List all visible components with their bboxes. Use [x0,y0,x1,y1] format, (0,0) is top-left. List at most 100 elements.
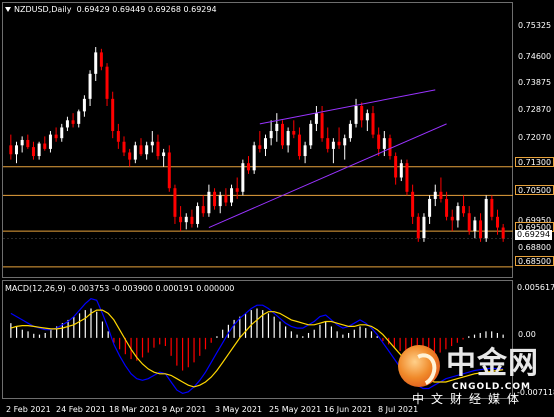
candle-body [360,106,364,121]
candle-body [99,52,103,67]
candle-body [456,206,460,221]
candle-body [156,141,160,157]
candle-body [201,206,205,214]
symbol-label: NZDUSD,Daily [14,5,72,14]
candle-body [269,131,273,139]
candle-body [320,113,324,139]
price-axis-label: 0.74600 [518,52,552,61]
candle-body [71,120,75,124]
time-axis-label: 18 Mar 2021 [109,405,160,414]
candle-body [150,141,154,146]
candle-body [122,141,126,153]
candle-body [382,138,386,149]
candle-body [501,227,505,239]
candle-body [337,141,341,146]
candle-body [218,195,222,207]
candle-body [343,138,347,146]
ohlc-values: 0.69429 0.69449 0.69268 0.69294 [76,5,217,14]
candle-body [88,73,92,99]
candle-body [48,134,52,149]
candle-body [473,220,477,232]
candle-body [213,191,217,207]
time-axis-label: 3 May 2021 [215,405,263,414]
macd-axis-label: 0.00 [518,330,536,339]
candle-body [496,216,500,228]
candle-body [263,138,267,149]
candle-body [196,206,200,224]
price-axis-label: 0.72070 [518,133,552,142]
candle-body [428,198,432,217]
candle-body [388,138,392,157]
candle-body [145,145,149,155]
candle-body [416,216,420,239]
candle-body [207,191,211,214]
price-axis-label: 0.75325 [518,21,552,30]
current-price-tag: 0.69294 [515,230,553,240]
candle-body [433,191,437,199]
candle-body [116,131,120,142]
candle-body [65,120,69,128]
candle-body [162,152,166,157]
candle-body [439,191,443,199]
candle-body [54,134,58,139]
candle-body [247,163,251,171]
candle-body [20,139,24,146]
time-axis-label: 24 Feb 2021 [56,405,106,414]
candle-body [280,123,284,146]
candle-body [467,213,471,232]
candle-body [292,131,296,135]
macd-header: MACD(12,26,9) -0.003753 -0.003900 0.0001… [5,284,235,293]
price-axis-label: 0.72870 [518,105,552,114]
watermark-brand: 中金网 [446,346,539,381]
candle-body [286,131,290,146]
candle-body [445,198,449,217]
candle-body [77,111,81,124]
level-tag: 0.71300 [515,157,554,167]
candle-body [14,145,18,155]
candle-body [450,216,454,221]
candle-body [411,191,415,217]
candle-body [371,113,375,135]
chart-window[interactable]: NZDUSD,Daily 0.69429 0.69449 0.69268 0.6… [0,0,554,417]
level-tag: 0.70500 [515,185,554,195]
candle-body [484,198,488,239]
candle-body [275,123,279,132]
candle-body [190,216,194,224]
candle-body [394,156,398,178]
candle-body [235,188,239,192]
candle-body [422,216,426,239]
candle-body [314,113,318,124]
candle-body [326,138,330,149]
price-axis-label: 0.73875 [518,78,552,87]
triangle-down-icon[interactable] [5,7,11,12]
level-tag: 0.68500 [515,256,554,266]
time-axis-label: 2 Feb 2021 [6,405,51,414]
candle-body [43,143,47,149]
candle-body [139,145,143,155]
candle-body [462,206,466,214]
candle-body [133,145,137,160]
candle-body [184,216,188,223]
candle-body [405,163,409,192]
candle-body [365,113,369,121]
time-axis-label: 16 Jun 2021 [324,405,373,414]
trend-line [259,89,436,125]
candle-body [111,98,115,132]
candle-body [60,127,64,139]
candle-body [26,139,30,148]
price-axis-label: 0.68800 [518,243,552,252]
candle-body [37,143,41,157]
macd-axis-label: 0.005617 [517,283,554,292]
candle-body [105,66,109,99]
candle-body [241,163,245,192]
candle-body [230,188,234,203]
candle-body [31,147,35,157]
candle-body [309,123,313,146]
time-axis-label: 8 Jul 2021 [378,405,419,414]
candle-body [167,152,171,189]
candle-body [303,145,307,157]
watermark-slogan: 中文财经媒体 [412,392,527,406]
candle-body [354,106,358,124]
time-axis-label: 9 Apr 2021 [162,405,207,414]
candle-body [297,134,301,157]
